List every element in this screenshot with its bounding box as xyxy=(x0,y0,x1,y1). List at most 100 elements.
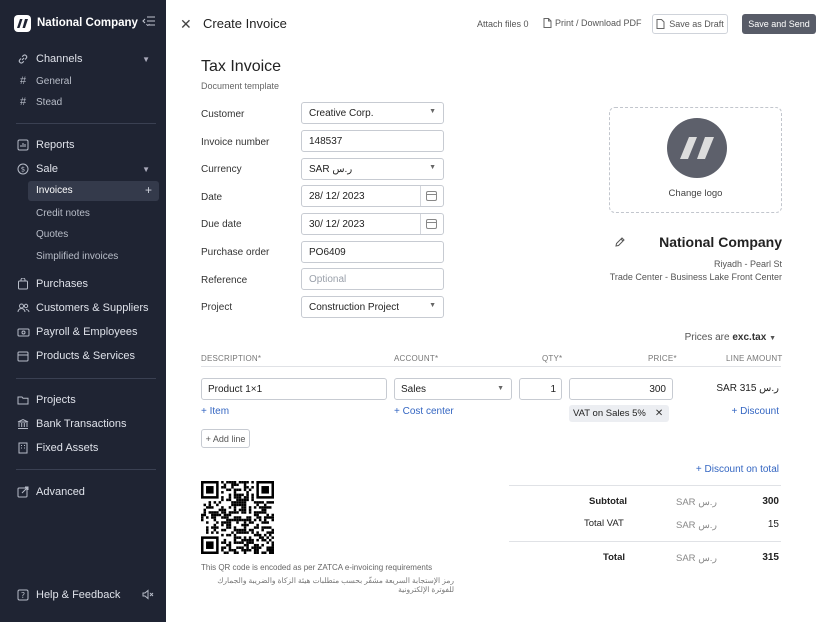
mute-icon[interactable] xyxy=(141,588,154,604)
line-qty-input[interactable]: 1 xyxy=(519,378,562,400)
chevron-down-icon: ▼ xyxy=(429,302,436,309)
date-field[interactable]: 28/ 12/ 2023 xyxy=(301,185,444,207)
box-icon xyxy=(16,349,30,363)
sidebar-item-channels[interactable]: Channels ▼ xyxy=(16,49,158,69)
date-value: 28/ 12/ 2023 xyxy=(309,190,365,202)
close-icon[interactable]: ✕ xyxy=(180,16,192,33)
hash-icon: # xyxy=(19,96,27,108)
save-send-button[interactable]: Save and Send xyxy=(742,14,816,34)
currency-label: Currency xyxy=(201,164,242,175)
date-label: Date xyxy=(201,192,223,203)
sidebar-item-label: Projects xyxy=(36,394,76,406)
sidebar-item-label: Reports xyxy=(36,139,75,151)
sidebar-item-simplified-invoices[interactable]: Simplified invoices xyxy=(36,248,118,264)
company-switcher[interactable]: National Company ⌄ xyxy=(14,13,156,33)
column-header-account: ACCOUNT* xyxy=(394,354,439,363)
sidebar-item-label: Purchases xyxy=(36,278,88,290)
sidebar-item-purchases[interactable]: Purchases xyxy=(16,274,158,294)
sidebar-item-invoices[interactable]: Invoices + xyxy=(28,181,159,201)
calendar-icon[interactable] xyxy=(426,191,437,201)
add-invoice-icon[interactable]: + xyxy=(145,183,152,197)
sidebar-divider xyxy=(16,123,156,124)
sidebar-item-sale[interactable]: $ Sale ▼ xyxy=(16,159,158,179)
document-title: Tax Invoice xyxy=(201,58,282,75)
reference-placeholder: Optional xyxy=(309,273,347,285)
company-logo-icon xyxy=(14,14,31,32)
folder-icon xyxy=(16,393,30,407)
invoice-number-value: 148537 xyxy=(309,135,343,147)
logo-upload-area[interactable]: Change logo xyxy=(609,107,782,213)
svg-text:$: $ xyxy=(21,166,25,174)
line-description-input[interactable]: Product 1×1 xyxy=(201,378,387,400)
line-account-select[interactable]: Sales ▼ xyxy=(394,378,512,400)
subtotal-value: 300 xyxy=(762,496,779,507)
purchase-order-field[interactable]: PO6409 xyxy=(301,241,444,263)
sidebar-item-quotes[interactable]: Quotes xyxy=(36,226,68,242)
sidebar-item-label: Advanced xyxy=(36,486,85,498)
subtotal-currency: SAR ر.س xyxy=(676,497,718,508)
save-draft-label: Save as Draft xyxy=(669,19,724,29)
add-discount-link[interactable]: + Discount xyxy=(731,406,779,417)
sidebar-item-label: General xyxy=(36,75,72,87)
sidebar-item-stead[interactable]: # Stead xyxy=(16,92,158,112)
hash-icon: # xyxy=(19,75,27,87)
table-header-divider xyxy=(201,366,781,367)
help-icon: ? xyxy=(16,588,30,602)
due-date-field[interactable]: 30/ 12/ 2023 xyxy=(301,213,444,235)
sidebar-item-help[interactable]: ? Help & Feedback xyxy=(16,585,158,605)
vat-tag: VAT on Sales 5% ✕ xyxy=(569,405,670,422)
project-select[interactable]: Construction Project ▼ xyxy=(301,296,444,318)
total-label: Total xyxy=(603,552,625,563)
document-template-link[interactable]: Document template xyxy=(201,81,279,91)
chevron-down-icon: ▼ xyxy=(429,108,436,115)
sidebar-item-label: Sale xyxy=(36,163,59,175)
sidebar-item-credit-notes[interactable]: Credit notes xyxy=(36,205,90,221)
change-logo-label: Change logo xyxy=(668,188,723,199)
line-amount: SAR ر.س 315 xyxy=(716,383,779,394)
sidebar-item-customers-suppliers[interactable]: Customers & Suppliers xyxy=(16,298,158,318)
customer-select[interactable]: Creative Corp. ▼ xyxy=(301,102,444,124)
sidebar-item-reports[interactable]: Reports xyxy=(16,135,158,155)
print-download-button[interactable]: Print / Download PDF xyxy=(543,18,642,28)
add-cost-center-link[interactable]: + Cost center xyxy=(394,406,454,417)
bank-icon xyxy=(16,417,30,431)
column-header-amount: LINE AMOUNT xyxy=(726,354,783,363)
edit-pencil-icon[interactable] xyxy=(614,236,626,248)
remove-vat-icon[interactable]: ✕ xyxy=(655,408,663,419)
due-date-value: 30/ 12/ 2023 xyxy=(309,218,365,230)
company-address-line2: Trade Center - Business Lake Front Cente… xyxy=(609,272,782,282)
collapse-sidebar-icon[interactable] xyxy=(142,14,156,28)
discount-on-total-link[interactable]: + Discount on total xyxy=(696,464,779,475)
top-bar: ✕ Create Invoice Attach files 0 Print / … xyxy=(166,0,828,46)
customer-value: Creative Corp. xyxy=(309,107,374,119)
prices-mode: exc.tax xyxy=(732,332,767,343)
tax-mode-select[interactable]: Prices are exc.tax ▼ xyxy=(685,332,776,343)
save-draft-button[interactable]: Save as Draft xyxy=(652,14,728,34)
sidebar-item-advanced[interactable]: Advanced xyxy=(16,482,158,502)
sidebar-item-assets[interactable]: Fixed Assets xyxy=(16,438,158,458)
vat-currency: SAR ر.س xyxy=(676,520,718,531)
add-line-button[interactable]: + Add line xyxy=(201,429,250,448)
vat-value: 15 xyxy=(767,519,779,530)
sidebar-item-products[interactable]: Products & Services xyxy=(16,346,158,366)
calendar-icon[interactable] xyxy=(426,219,437,229)
reference-field[interactable]: Optional xyxy=(301,268,444,290)
sidebar-item-label: Invoices xyxy=(36,185,73,196)
attach-files-button[interactable]: Attach files 0 xyxy=(477,19,529,29)
currency-select[interactable]: SAR ر.س ▼ xyxy=(301,158,444,180)
line-price-input[interactable]: 300 xyxy=(569,378,673,400)
add-item-link[interactable]: + Item xyxy=(201,406,229,417)
money-icon xyxy=(16,325,30,339)
sidebar-item-bank[interactable]: Bank Transactions xyxy=(16,414,158,434)
sidebar-item-payroll[interactable]: Payroll & Employees xyxy=(16,322,158,342)
zatca-qr-code xyxy=(201,481,274,554)
invoice-number-field[interactable]: 148537 xyxy=(301,130,444,152)
column-header-price: PRICE* xyxy=(648,354,677,363)
totals-divider xyxy=(509,541,781,542)
project-label: Project xyxy=(201,302,233,313)
sidebar-item-label: Payroll & Employees xyxy=(36,326,138,338)
sidebar-item-general[interactable]: # General xyxy=(16,71,158,91)
line-account-value: Sales xyxy=(401,383,427,395)
sidebar-item-projects[interactable]: Projects xyxy=(16,390,158,410)
line-qty-value: 1 xyxy=(550,383,556,395)
